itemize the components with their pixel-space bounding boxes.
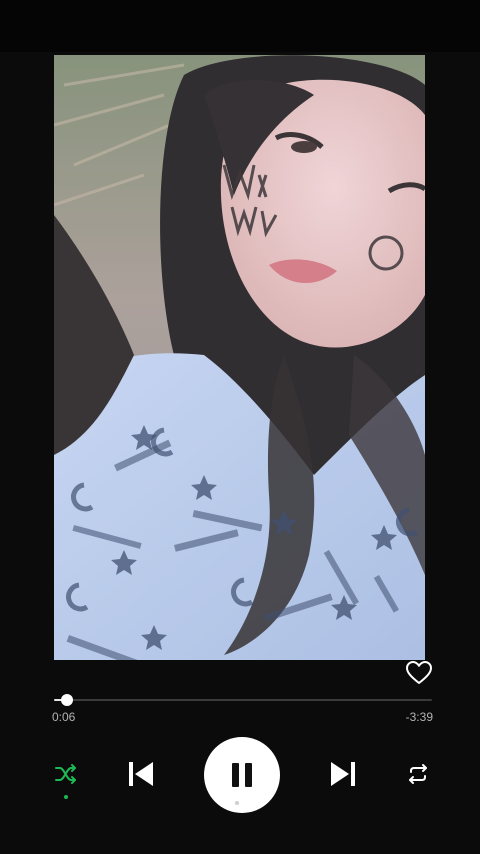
shuffle-icon	[55, 764, 76, 784]
repeat-button[interactable]	[402, 758, 434, 790]
skip-previous-icon	[129, 762, 153, 786]
time-elapsed: 0:06	[52, 710, 76, 724]
skip-next-icon	[331, 762, 355, 786]
previous-track-button[interactable]	[124, 756, 158, 792]
heart-outline-icon	[406, 661, 432, 684]
play-pause-button[interactable]	[204, 737, 280, 813]
artwork-photo	[54, 55, 425, 660]
repeat-icon	[409, 764, 427, 784]
playback-progress-slider[interactable]	[54, 694, 432, 706]
pause-icon	[232, 763, 252, 787]
album-artwork	[54, 55, 425, 660]
device-indicator-dot	[235, 801, 239, 805]
progress-thumb[interactable]	[61, 694, 74, 706]
now-playing-screen: 0:06 -3:39	[0, 0, 480, 854]
top-bar	[0, 0, 480, 52]
shuffle-active-indicator	[64, 795, 68, 799]
next-track-button[interactable]	[326, 756, 360, 792]
like-button[interactable]	[404, 658, 434, 688]
shuffle-button[interactable]	[50, 758, 82, 790]
time-remaining: -3:39	[405, 710, 433, 724]
progress-track	[54, 699, 432, 701]
